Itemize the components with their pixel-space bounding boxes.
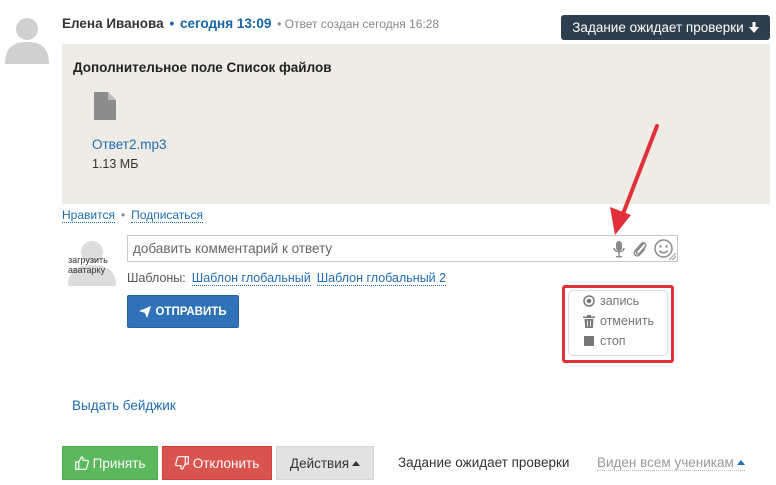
- arrow-down-icon: [748, 21, 759, 33]
- reject-button[interactable]: Отклонить: [162, 446, 272, 480]
- author-name[interactable]: Елена Иванова: [62, 16, 164, 31]
- record-label: запись: [600, 294, 640, 308]
- paper-plane-icon: [139, 305, 152, 318]
- answer-links: Нравится • Подписаться: [62, 208, 204, 223]
- actions-label: Действия: [289, 455, 350, 471]
- file-icon[interactable]: [94, 92, 116, 120]
- panel-title: Дополнительное поле Список файлов: [73, 60, 332, 75]
- stop-label: стоп: [600, 334, 626, 348]
- accept-button[interactable]: Принять: [62, 446, 158, 480]
- stop-icon: [584, 336, 594, 346]
- paperclip-icon[interactable]: [632, 240, 648, 258]
- comment-tools: [612, 239, 673, 258]
- file-size: 1.13 МБ: [92, 157, 139, 171]
- send-label: ОТПРАВИТЬ: [155, 305, 227, 318]
- answer-created: • Ответ создан сегодня 16:28: [277, 17, 440, 31]
- recorder-panel: запись отменить стоп: [568, 290, 668, 356]
- caret-up-icon: [352, 460, 361, 466]
- cancel-record-button[interactable]: отменить: [583, 314, 654, 328]
- status-button-label: Задание ожидает проверки: [572, 20, 744, 35]
- reject-label: Отклонить: [192, 455, 260, 471]
- file-list-panel: Дополнительное поле Список файлов Ответ2…: [62, 44, 770, 204]
- file-link[interactable]: Ответ2.mp3: [92, 137, 166, 152]
- template-link-1[interactable]: Шаблон глобальный: [191, 271, 311, 286]
- templates-label: Шаблоны:: [127, 271, 186, 285]
- status-dropdown-button[interactable]: Задание ожидает проверки: [561, 15, 770, 40]
- send-button[interactable]: ОТПРАВИТЬ: [127, 295, 239, 328]
- answer-time[interactable]: сегодня 13:09: [180, 16, 271, 31]
- comment-box: [127, 235, 678, 262]
- comment-input[interactable]: [128, 236, 598, 261]
- visibility-dropdown[interactable]: Виден всем ученикам: [597, 455, 745, 471]
- give-badge-link[interactable]: Выдать бейджик: [72, 398, 176, 413]
- record-icon: [583, 295, 595, 307]
- microphone-icon[interactable]: [612, 240, 626, 258]
- cancel-label: отменить: [600, 314, 655, 328]
- footer-status-text: Задание ожидает проверки: [398, 455, 570, 470]
- like-link[interactable]: Нравится: [62, 208, 115, 223]
- author-avatar: [3, 12, 51, 64]
- trash-icon: [583, 314, 595, 328]
- answer-header: Елена Иванова • сегодня 13:09 • Ответ со…: [62, 16, 439, 31]
- visibility-label: Виден всем ученикам: [597, 455, 734, 470]
- visibility-caret-icon: [736, 460, 745, 465]
- actions-dropdown-button[interactable]: Действия: [276, 446, 374, 480]
- upload-avatar-label[interactable]: загрузить аватарку: [68, 255, 118, 275]
- record-button[interactable]: запись: [583, 294, 639, 308]
- template-link-2[interactable]: Шаблон глобальный 2: [316, 271, 447, 286]
- thumbs-up-icon: [74, 456, 89, 470]
- links-separator: •: [120, 208, 126, 222]
- resize-handle-icon[interactable]: [669, 253, 676, 260]
- subscribe-link[interactable]: Подписаться: [131, 208, 204, 223]
- templates-row: Шаблоны: Шаблон глобальный Шаблон глобальн…: [127, 271, 447, 286]
- header-separator: •: [169, 16, 175, 31]
- thumbs-down-icon: [174, 456, 189, 470]
- accept-label: Принять: [92, 455, 146, 471]
- stop-record-button[interactable]: стоп: [583, 334, 626, 348]
